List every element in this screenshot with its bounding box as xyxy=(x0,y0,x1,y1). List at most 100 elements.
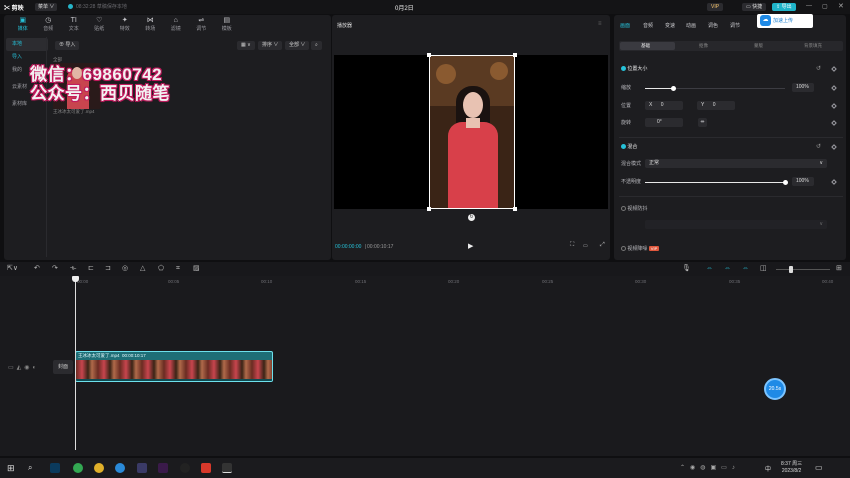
undo-icon[interactable]: ↶ xyxy=(34,265,40,273)
zoom-fit-icon[interactable]: ⊞ xyxy=(836,265,842,273)
checkbox-icon[interactable] xyxy=(621,206,626,212)
subtab-cutout[interactable]: 抠像 xyxy=(699,43,708,49)
premiere-icon[interactable] xyxy=(158,463,168,473)
tab-adjust-props[interactable]: 调节 xyxy=(730,22,740,29)
opacity-slider-knob[interactable] xyxy=(783,180,788,185)
scale-value-field[interactable]: 100% xyxy=(792,83,814,92)
filter-button[interactable]: 全部 ∨ xyxy=(285,41,310,50)
stabilize-select[interactable]: ∨ xyxy=(645,220,827,229)
pos-y-field[interactable]: Y 0 xyxy=(697,101,735,110)
opacity-value-field[interactable]: 100% xyxy=(792,177,814,186)
select-tool-icon[interactable]: ⇱∨ xyxy=(7,265,18,273)
split-audio-icon[interactable]: ◫ xyxy=(760,265,767,273)
menu-button[interactable]: 菜单 ∨ xyxy=(35,3,58,11)
tab-adjust[interactable]: ⇌ 调节 xyxy=(189,15,215,36)
checkbox-icon[interactable] xyxy=(621,66,626,72)
rotate-handle-icon[interactable]: ↻ xyxy=(468,214,475,221)
keyframe-icon[interactable] xyxy=(831,144,837,150)
project-title[interactable]: 0月2日 xyxy=(395,3,414,12)
view-toggle[interactable]: ▦ ∨ xyxy=(237,41,255,50)
tab-filters[interactable]: ⌂ 滤镜 xyxy=(163,15,189,36)
tab-effects[interactable]: ✦ 特效 xyxy=(112,15,138,36)
export-button[interactable]: ⇪ 导出 xyxy=(772,3,796,11)
tab-color[interactable]: 调色 xyxy=(708,22,718,29)
play-icon[interactable]: ▶ xyxy=(468,242,473,250)
fullscreen-icon[interactable]: ⤢ xyxy=(600,242,605,249)
photoshop-icon[interactable] xyxy=(50,463,60,473)
flip-icon[interactable]: ⇹ xyxy=(698,118,707,127)
tab-transitions[interactable]: ⋈ 转场 xyxy=(138,15,164,36)
app-icon[interactable] xyxy=(137,463,147,473)
import-button[interactable]: ⊕ 导入 xyxy=(55,41,80,50)
cover-button[interactable]: 封面 xyxy=(53,360,73,374)
video-clip[interactable]: 王冰冰太可爱了.mp4 00:00:10:17 xyxy=(75,351,273,382)
upload-button[interactable]: ☁ 加速上传 xyxy=(757,14,813,28)
fit-screen-icon[interactable]: ⛶ xyxy=(570,242,574,249)
sidebar-item-import[interactable]: 导入 xyxy=(6,51,48,64)
tab-audio[interactable]: ◷ 音频 xyxy=(36,15,62,36)
sidebar-item-local[interactable]: 本地 xyxy=(6,38,48,51)
resize-handle[interactable] xyxy=(513,207,517,211)
freeze-icon[interactable]: ◎ xyxy=(122,265,128,273)
search-icon[interactable]: ⌕ xyxy=(28,463,32,473)
chrome-icon[interactable] xyxy=(94,463,104,473)
tab-canvas[interactable]: 画面 xyxy=(620,22,630,29)
shortcut-button[interactable]: ▭ 快捷 xyxy=(742,3,767,11)
tab-speed[interactable]: 变速 xyxy=(665,22,675,29)
tab-text[interactable]: TI 文本 xyxy=(61,15,87,36)
resize-handle[interactable] xyxy=(427,53,431,57)
player-menu-icon[interactable]: ≡ xyxy=(598,21,602,27)
redo-icon[interactable]: ↷ xyxy=(52,265,58,273)
ime-indicator[interactable]: 中 xyxy=(765,464,771,473)
subtab-mask[interactable]: 蒙版 xyxy=(754,43,763,49)
image-icon[interactable]: ▨ xyxy=(193,265,200,273)
mirror-icon[interactable]: △ xyxy=(140,265,145,273)
link-icon[interactable]: ⇔ xyxy=(706,265,713,273)
crop-icon[interactable]: ⌗ xyxy=(176,265,180,273)
tab-stickers[interactable]: ♡ 贴纸 xyxy=(87,15,113,36)
playhead[interactable] xyxy=(75,276,76,450)
qq-icon[interactable] xyxy=(180,463,190,473)
vip-button[interactable]: VIP xyxy=(707,3,724,11)
blend-mode-select[interactable]: 正常 ∨ xyxy=(645,159,827,168)
maximize-icon[interactable]: ▢ xyxy=(822,3,828,10)
minimize-icon[interactable]: — xyxy=(806,3,812,9)
sort-button[interactable]: 排序 ∨ xyxy=(258,41,283,50)
tab-audio-props[interactable]: 音频 xyxy=(643,22,653,29)
scale-slider-knob[interactable] xyxy=(671,86,676,91)
keyframe-icon[interactable] xyxy=(831,66,837,72)
reset-icon[interactable]: ↺ xyxy=(816,142,821,152)
playhead-handle[interactable] xyxy=(72,276,79,282)
reset-icon[interactable]: ↺ xyxy=(816,64,821,74)
rotate-field[interactable]: 0° xyxy=(645,118,683,127)
capcut-taskbar-icon[interactable] xyxy=(222,463,232,473)
wps-icon[interactable] xyxy=(201,463,211,473)
tray-icons[interactable]: ⌃◉◍▣▭♪ xyxy=(680,464,740,471)
resize-handle[interactable] xyxy=(513,53,517,57)
clock[interactable]: 8:37 周三 2023/8/2 xyxy=(781,461,802,475)
tab-templates[interactable]: ▤ 模板 xyxy=(214,15,240,36)
checkbox-icon[interactable] xyxy=(621,246,626,252)
pos-x-field[interactable]: X 0 xyxy=(645,101,683,110)
tab-media[interactable]: ▣ 媒体 xyxy=(10,15,36,36)
close-icon[interactable]: ✕ xyxy=(838,2,844,10)
checkbox-icon[interactable] xyxy=(621,144,626,150)
subtab-background[interactable]: 背景填充 xyxy=(804,43,822,49)
edge-icon[interactable] xyxy=(115,463,125,473)
split-icon[interactable]: ⟛ xyxy=(70,265,76,273)
resize-handle[interactable] xyxy=(427,207,431,211)
ratio-icon[interactable]: ▭ xyxy=(583,243,588,249)
microphone-icon[interactable]: 🎙︎ xyxy=(682,265,691,273)
preview-video[interactable] xyxy=(429,55,515,209)
zoom-slider-knob[interactable] xyxy=(789,266,793,273)
subtab-basic[interactable]: 基础 xyxy=(641,43,650,49)
search-button[interactable]: ⌕ xyxy=(311,41,322,50)
rotate-icon[interactable]: ⬠ xyxy=(158,265,164,273)
speed-badge[interactable]: 20.5s xyxy=(764,378,786,400)
zoom-slider[interactable] xyxy=(776,269,830,270)
track-controls[interactable]: ▭◭◉◐ xyxy=(8,364,39,371)
app-icon[interactable] xyxy=(73,463,83,473)
delete-right-icon[interactable]: ⊐ xyxy=(105,265,111,273)
snap-icon[interactable]: ⇔ xyxy=(724,265,731,273)
delete-left-icon[interactable]: ⊏ xyxy=(88,265,94,273)
